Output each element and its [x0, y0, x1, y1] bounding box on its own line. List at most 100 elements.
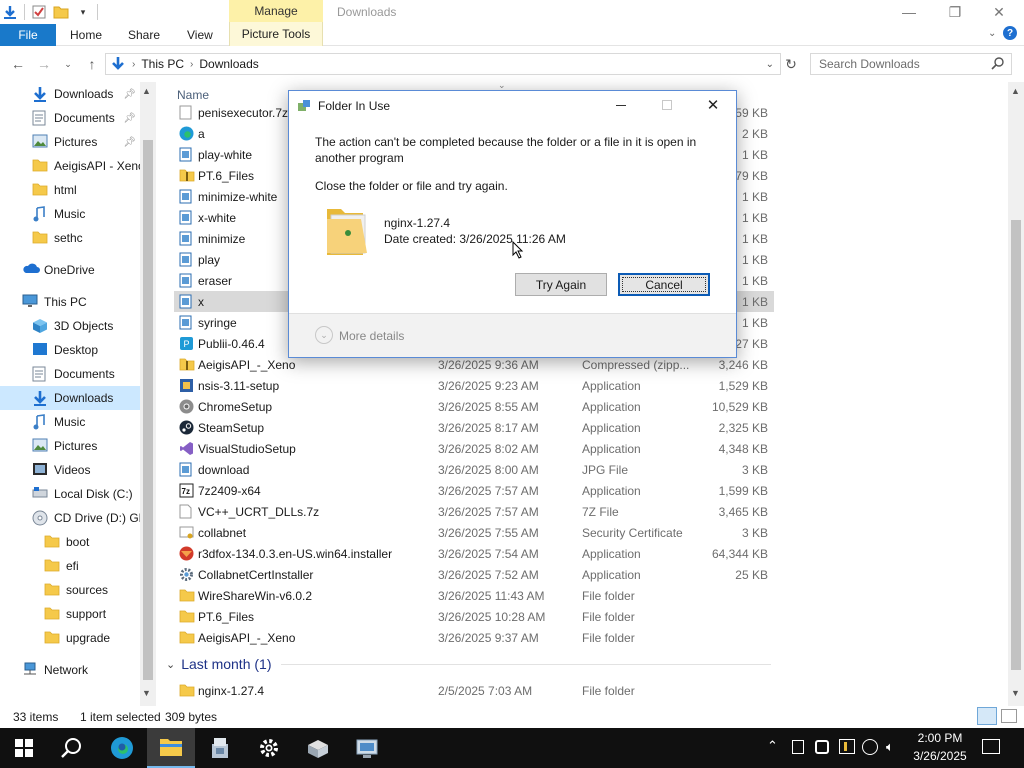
file-row[interactable]: 7z 7z2409-x64 3/26/2025 7:57 AM Application… [174, 480, 774, 501]
file-explorer-taskbar-icon[interactable] [147, 728, 195, 768]
breadcrumb-this-pc[interactable]: This PC [141, 57, 184, 71]
customize-qat-icon[interactable]: ▾ [75, 4, 91, 20]
settings-gear-icon[interactable] [245, 728, 293, 768]
manage-tab[interactable]: Manage [229, 0, 323, 22]
large-icons-view-icon[interactable] [1001, 709, 1017, 723]
dialog-maximize-button[interactable] [657, 95, 677, 115]
nav-item[interactable]: Videos [0, 458, 140, 482]
file-row[interactable]: VC++_UCRT_DLLs.7z 3/26/2025 7:57 AM 7Z Fil… [174, 501, 774, 522]
nav-item-label: support [66, 607, 107, 621]
dialog-minimize-button[interactable] [611, 95, 631, 115]
properties-icon[interactable] [31, 4, 47, 20]
control-panel-icon[interactable] [343, 728, 391, 768]
tab-view[interactable]: View [187, 24, 213, 46]
recent-locations-icon[interactable]: ⌄ [58, 54, 78, 74]
search-icon[interactable] [48, 728, 96, 768]
file-size: 2,325 KB [718, 420, 768, 435]
file-row[interactable]: download 3/26/2025 8:00 AM JPG File 3 KB [174, 459, 774, 480]
nav-item[interactable]: This PC [0, 290, 140, 314]
nav-item[interactable]: AeigisAPI - Xeno [0, 154, 140, 178]
dialog-close-button[interactable]: ✕ [703, 95, 723, 115]
file-row[interactable]: AeigisAPI_-_Xeno 3/26/2025 9:37 AM File fo… [174, 627, 774, 648]
details-view-icon[interactable] [977, 707, 997, 725]
nav-item[interactable]: Pictures [0, 434, 140, 458]
nav-item[interactable]: Music [0, 202, 140, 226]
device-icon[interactable] [792, 740, 804, 754]
dialog-item-date: Date created: 3/26/2025 11:26 AM [384, 232, 566, 246]
cancel-button[interactable]: Cancel [618, 273, 710, 296]
nav-item[interactable]: Music [0, 410, 140, 434]
nav-item[interactable]: html [0, 178, 140, 202]
ribbon-expand-icon[interactable]: ⌄ [988, 28, 996, 39]
nav-item[interactable]: Pictures 📌︎ [0, 130, 140, 154]
nav-item[interactable]: upgrade [0, 626, 140, 650]
nav-item[interactable]: Documents 📌︎ [0, 106, 140, 130]
group-last-month[interactable]: ⌄ Last month (1) [166, 656, 771, 672]
package-app-icon[interactable] [294, 728, 342, 768]
nav-scrollbar[interactable]: ▲ ▼ [140, 82, 156, 706]
search-input[interactable]: Search Downloads [810, 53, 1012, 75]
nav-item-label: Documents [54, 367, 115, 381]
more-details-link[interactable]: More details [339, 329, 404, 343]
close-button[interactable]: ✕ [976, 0, 1022, 24]
up-button[interactable]: ↑ [82, 54, 102, 74]
webcam-icon[interactable] [815, 740, 829, 754]
clock-date[interactable]: 3/26/2025 [907, 749, 973, 763]
file-row[interactable]: r3dfox-134.0.3.en-US.win64.installer 3/26… [174, 543, 774, 564]
file-row[interactable]: nsis-3.11-setup 3/26/2025 9:23 AM Applicat… [174, 375, 774, 396]
file-row[interactable]: collabnet 3/26/2025 7:55 AM Security Certi… [174, 522, 774, 543]
nav-item[interactable]: Network [0, 658, 140, 682]
column-header-name[interactable]: Name [177, 88, 209, 102]
nav-item[interactable]: 3D Objects [0, 314, 140, 338]
security-icon[interactable] [839, 739, 855, 754]
nav-item[interactable]: Desktop [0, 338, 140, 362]
nav-item[interactable]: boot [0, 530, 140, 554]
back-button[interactable]: ← [8, 54, 28, 74]
try-again-button[interactable]: Try Again [515, 273, 607, 296]
volume-icon[interactable]: 🔈︎ [886, 739, 894, 755]
nav-item[interactable]: Documents [0, 362, 140, 386]
file-row[interactable]: WireShareWin-v6.0.2 3/26/2025 11:43 AM Fil… [174, 585, 774, 606]
file-size: 1 KB [741, 147, 768, 162]
new-folder-icon[interactable] [53, 4, 69, 20]
tab-home[interactable]: Home [70, 24, 102, 46]
address-dropdown-icon[interactable]: ⌄ [766, 59, 774, 70]
notifications-icon[interactable] [982, 739, 1000, 754]
folder-icon [44, 558, 60, 574]
help-icon[interactable]: ? [1003, 26, 1017, 40]
clock-time[interactable]: 2:00 PM [912, 731, 968, 745]
file-row[interactable]: CollabnetCertInstaller 3/26/2025 7:52 AM A… [174, 564, 774, 585]
file-row[interactable]: VisualStudioSetup 3/26/2025 8:02 AM Applic… [174, 438, 774, 459]
download-arrow-icon[interactable] [2, 4, 18, 20]
nav-item[interactable]: Downloads [0, 386, 140, 410]
file-row[interactable]: nginx-1.27.4 2/5/2025 7:03 AM File folder [174, 680, 774, 701]
show-hidden-icons-icon[interactable]: ⌃ [767, 738, 778, 754]
nav-item-label: AeigisAPI - Xeno [54, 159, 140, 173]
file-row[interactable]: ChromeSetup 3/26/2025 8:55 AM Application 1… [174, 396, 774, 417]
edge-icon[interactable] [98, 728, 146, 768]
tab-file[interactable]: File [0, 24, 56, 46]
nav-item[interactable]: sethc [0, 226, 140, 250]
nav-item[interactable]: CD Drive (D:) GR [0, 506, 140, 530]
nav-item[interactable]: Local Disk (C:) [0, 482, 140, 506]
tab-share[interactable]: Share [128, 24, 160, 46]
chevron-down-icon[interactable]: ⌄ [315, 326, 333, 344]
app-installer-icon[interactable] [196, 728, 244, 768]
tab-picture-tools[interactable]: Picture Tools [229, 22, 323, 46]
nav-item[interactable]: efi [0, 554, 140, 578]
nav-item[interactable]: support [0, 602, 140, 626]
file-list-scrollbar[interactable]: ▲ ▼ [1008, 82, 1024, 706]
refresh-icon[interactable]: ↻ [781, 53, 801, 75]
file-row[interactable]: SteamSetup 3/26/2025 8:17 AM Application 2,… [174, 417, 774, 438]
maximize-button[interactable]: ❐ [932, 0, 978, 24]
nav-item[interactable]: Downloads 📌︎ [0, 82, 140, 106]
file-row[interactable]: PT.6_Files 3/26/2025 10:28 AM File folder [174, 606, 774, 627]
start-button[interactable] [0, 728, 48, 768]
network-globe-icon[interactable] [862, 739, 878, 755]
forward-button[interactable]: → [34, 54, 54, 74]
minimize-button[interactable]: — [886, 0, 932, 24]
breadcrumb-downloads[interactable]: Downloads [199, 57, 258, 71]
address-bar[interactable]: › This PC › Downloads ⌄ [105, 53, 781, 75]
nav-item[interactable]: sources [0, 578, 140, 602]
nav-item[interactable]: OneDrive [0, 258, 140, 282]
